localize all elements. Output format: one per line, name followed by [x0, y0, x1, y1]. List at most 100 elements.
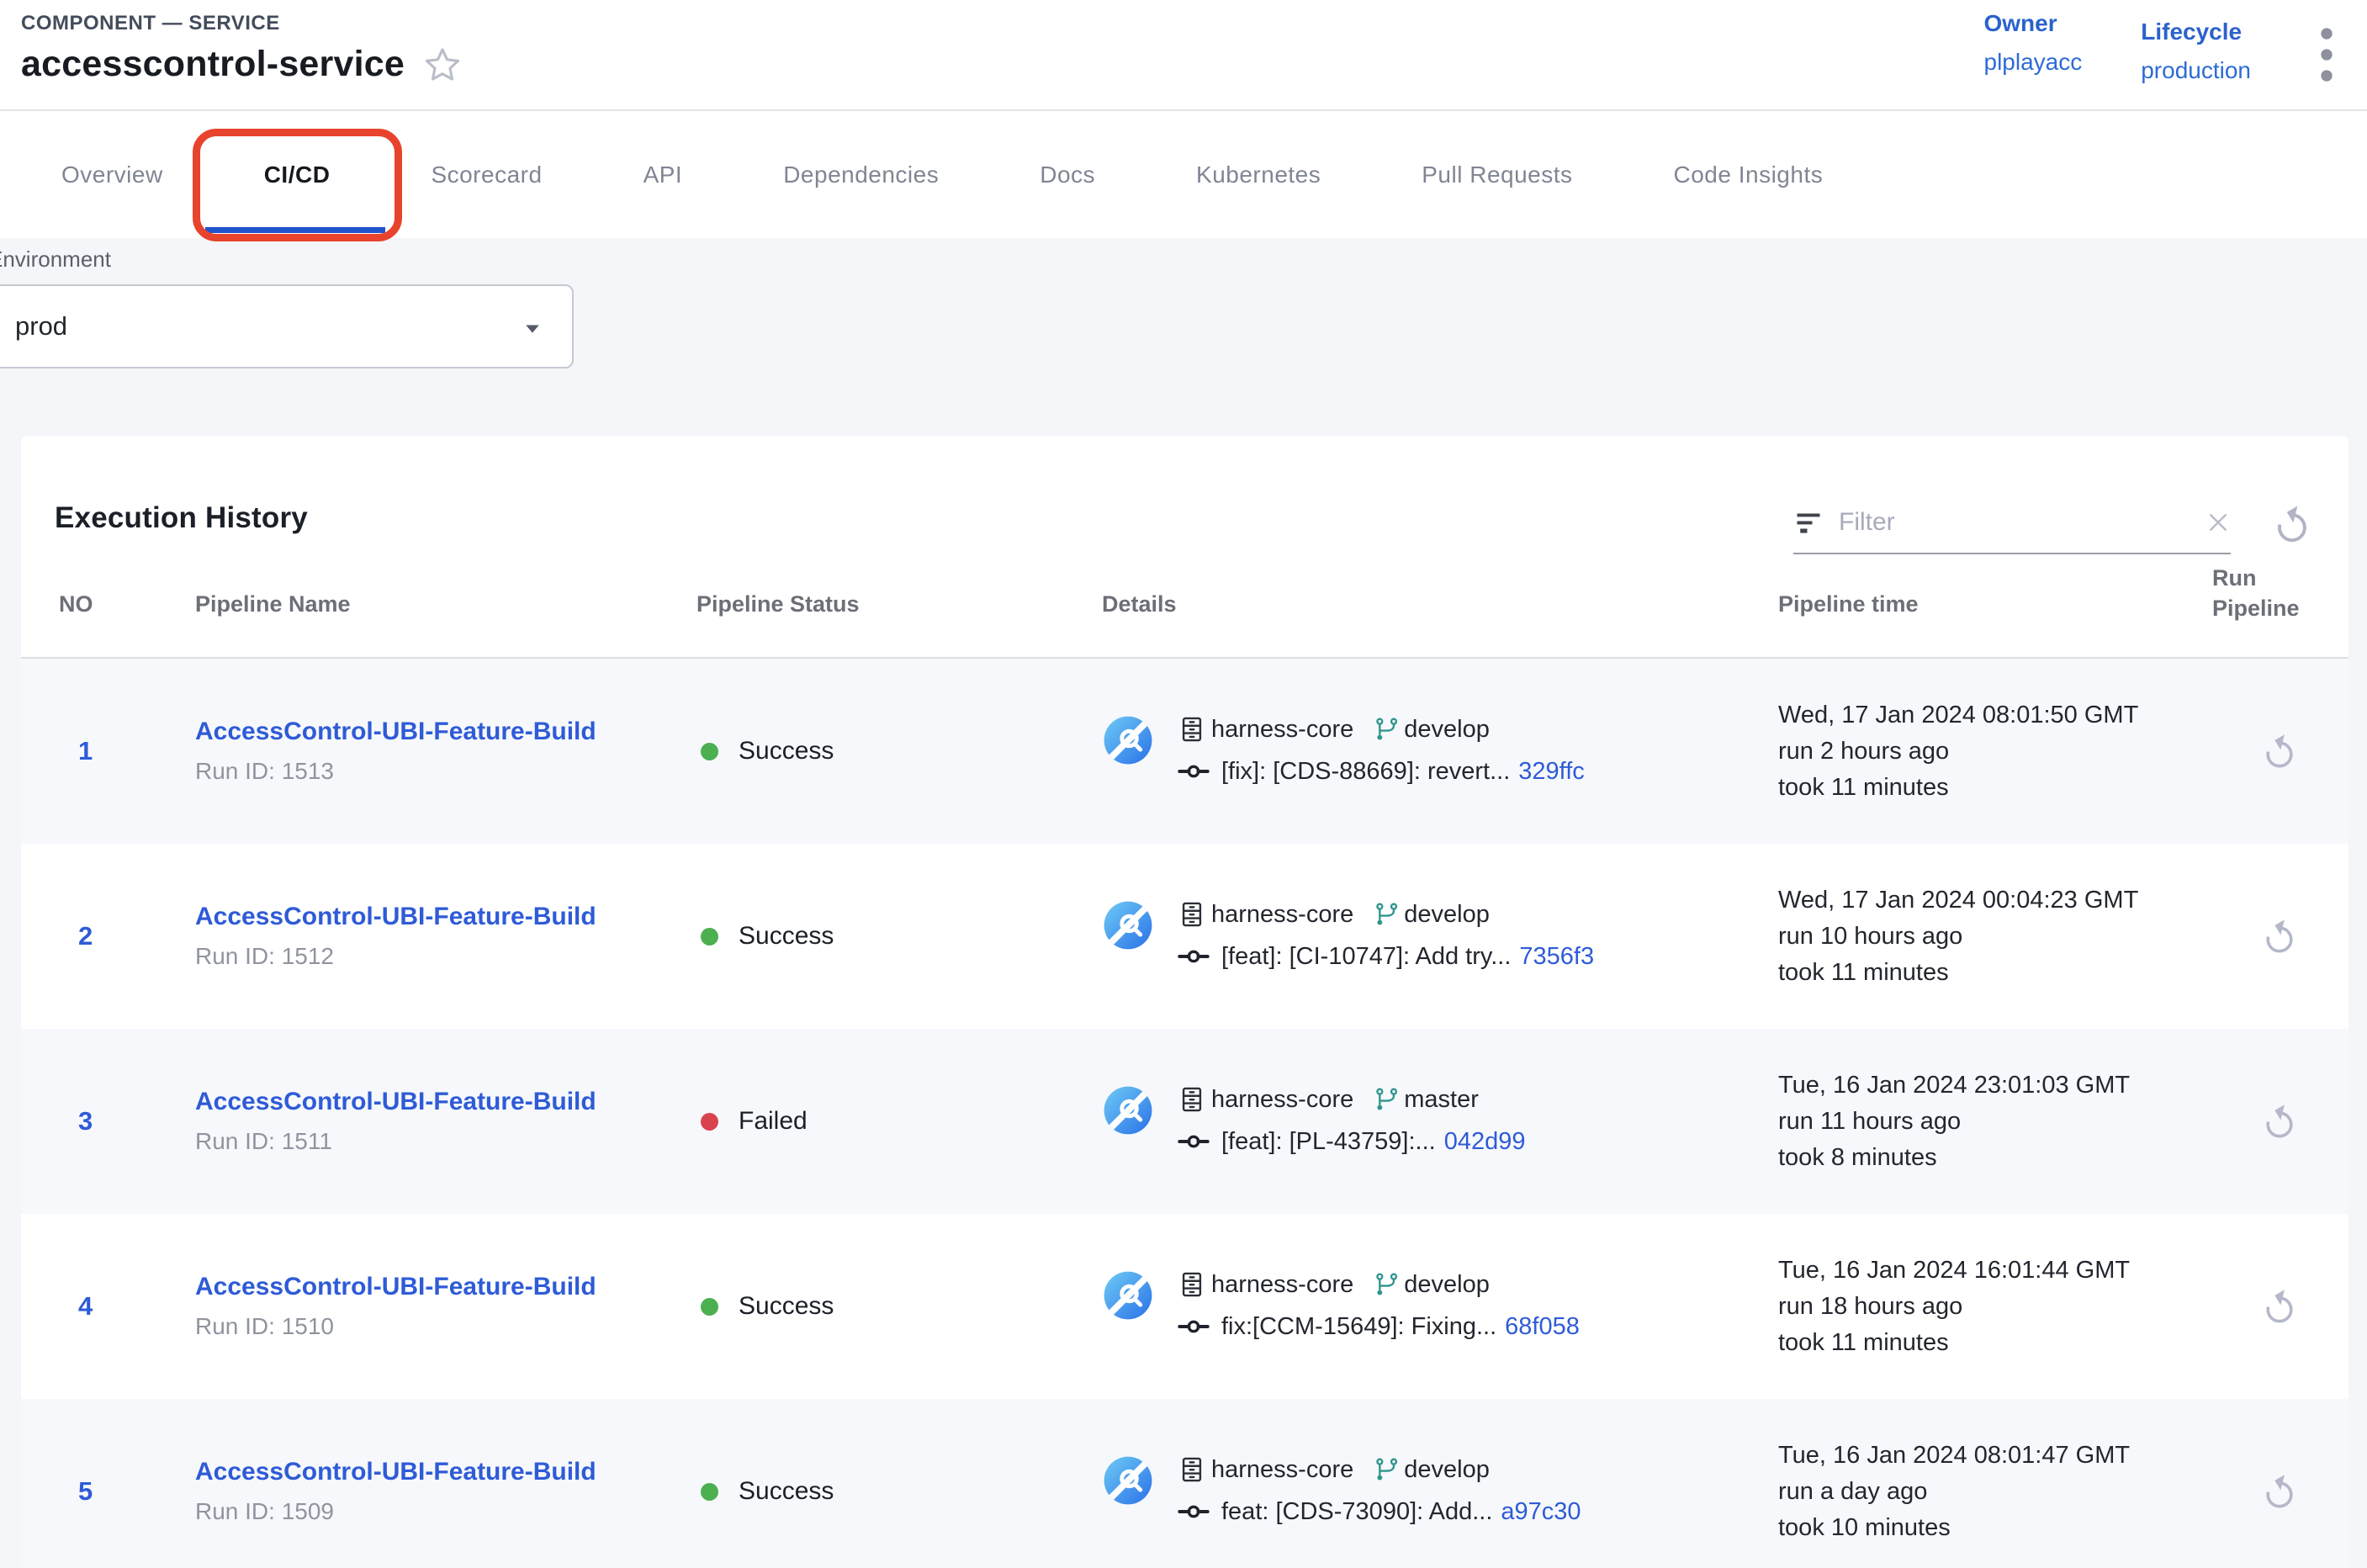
branch-name: master: [1404, 1086, 1479, 1114]
environment-label: Environment: [0, 246, 2367, 273]
status-dot: [701, 1298, 718, 1316]
component-page: COMPONENT — SERVICE accesscontrol-servic…: [0, 0, 2367, 1568]
environment-selected-value: prod: [15, 311, 67, 342]
tab-overview[interactable]: Overview: [61, 111, 163, 238]
run-number-link[interactable]: 2: [21, 921, 174, 951]
tab-label: Scorecard: [431, 162, 542, 188]
run-pipeline-button[interactable]: [2260, 916, 2301, 956]
git-commit-icon: [1178, 1311, 1210, 1343]
repository-name: harness-core: [1211, 1456, 1353, 1484]
pipeline-status: Success: [673, 1292, 1081, 1321]
pipeline-time-ran: run a day ago: [1778, 1474, 2212, 1510]
run-pipeline-button[interactable]: [2260, 1471, 2301, 1512]
tab-ci-cd[interactable]: CI/CD: [264, 111, 331, 238]
pipeline-time-start: Tue, 16 Jan 2024 08:01:47 GMT: [1778, 1438, 2212, 1474]
commit-hash-link[interactable]: 68f058: [1505, 1313, 1580, 1341]
status-label: Success: [739, 1292, 834, 1321]
git-commit-icon: [1178, 1126, 1210, 1157]
run-number-link[interactable]: 5: [21, 1476, 174, 1507]
tab-label: API: [643, 162, 683, 188]
tab-pull-requests[interactable]: Pull Requests: [1422, 111, 1572, 238]
repository-icon: [1178, 1085, 1206, 1114]
git-branch-icon: [1374, 1456, 1401, 1483]
tab-docs[interactable]: Docs: [1040, 111, 1095, 238]
tab-scorecard[interactable]: Scorecard: [431, 111, 542, 238]
run-number-link[interactable]: 1: [21, 736, 174, 766]
run-pipeline-retry-icon: [2260, 916, 2301, 956]
refresh-table-button[interactable]: [2271, 502, 2315, 546]
run-pipeline-button[interactable]: [2260, 1286, 2301, 1327]
active-tab-underline: [205, 227, 386, 233]
run-pipeline-retry-icon: [2260, 1471, 2301, 1512]
git-commit-icon: [1178, 940, 1210, 972]
tab-label: Pull Requests: [1422, 162, 1572, 188]
kebab-menu-icon[interactable]: [2310, 25, 2343, 84]
run-id: Run ID: 1511: [195, 1128, 673, 1155]
tab-api[interactable]: API: [643, 111, 683, 238]
column-header-status: Pipeline Status: [673, 591, 1081, 617]
column-header-details: Details: [1081, 591, 1757, 617]
filter-field: [1793, 507, 2231, 554]
run-pipeline-retry-icon: [2260, 1286, 2301, 1327]
tab-kubernetes[interactable]: Kubernetes: [1196, 111, 1321, 238]
commit-message: feat: [CDS-73090]: Add...: [1221, 1498, 1492, 1526]
repository-icon: [1178, 900, 1206, 929]
commit-message: [feat]: [CI-10747]: Add try...: [1221, 943, 1511, 971]
run-number-link[interactable]: 3: [21, 1106, 174, 1136]
pipeline-time-took: took 11 minutes: [1778, 1325, 2212, 1361]
pipeline-time-took: took 8 minutes: [1778, 1140, 2212, 1176]
tab-label: Docs: [1040, 162, 1095, 188]
pipeline-name-link[interactable]: AccessControl-UBI-Feature-Build: [195, 903, 596, 931]
table-row: 3 AccessControl-UBI-Feature-Build Run ID…: [21, 1029, 2348, 1214]
commit-hash-link[interactable]: 042d99: [1444, 1128, 1526, 1156]
status-dot: [701, 1113, 718, 1131]
git-branch-icon: [1374, 1086, 1401, 1113]
pipeline-name-link[interactable]: AccessControl-UBI-Feature-Build: [195, 1458, 596, 1486]
owner-label: Owner: [1984, 10, 2083, 37]
ci-module-icon: [1102, 899, 1154, 951]
pipeline-time-took: took 11 minutes: [1778, 955, 2212, 991]
pipeline-name-link[interactable]: AccessControl-UBI-Feature-Build: [195, 1088, 596, 1116]
table-body: 1 AccessControl-UBI-Feature-Build Run ID…: [21, 659, 2348, 1568]
pipeline-time-ran: run 10 hours ago: [1778, 919, 2212, 955]
repository-icon: [1178, 1455, 1206, 1484]
run-pipeline-retry-icon: [2260, 731, 2301, 771]
commit-hash-link[interactable]: a97c30: [1501, 1498, 1581, 1526]
branch-name: develop: [1404, 1456, 1490, 1484]
git-commit-icon: [1178, 755, 1210, 787]
run-pipeline-button[interactable]: [2260, 1101, 2301, 1142]
clear-filter-icon[interactable]: [2205, 510, 2231, 535]
column-header-time: Pipeline time: [1757, 591, 2212, 617]
pipeline-name-link[interactable]: AccessControl-UBI-Feature-Build: [195, 1273, 596, 1301]
repository-icon: [1178, 715, 1206, 744]
commit-message: [fix]: [CDS-88669]: revert...: [1221, 758, 1510, 786]
pipeline-time-start: Tue, 16 Jan 2024 23:01:03 GMT: [1778, 1067, 2212, 1104]
refresh-icon: [2271, 502, 2315, 546]
table-row: 4 AccessControl-UBI-Feature-Build Run ID…: [21, 1214, 2348, 1399]
pipeline-time-start: Wed, 17 Jan 2024 08:01:50 GMT: [1778, 697, 2212, 734]
git-commit-icon: [1178, 1496, 1210, 1528]
filter-input[interactable]: [1839, 508, 2205, 537]
pipeline-time: Tue, 16 Jan 2024 08:01:47 GMT run a day …: [1757, 1438, 2212, 1546]
favorite-star-icon[interactable]: [423, 45, 462, 84]
branch-name: develop: [1404, 716, 1490, 744]
run-pipeline-button[interactable]: [2260, 731, 2301, 771]
status-label: Success: [739, 737, 834, 765]
owner-link[interactable]: plplayacc: [1984, 49, 2083, 76]
execution-history-card: Execution History NO Pipeline Name Pipel…: [21, 436, 2348, 1568]
commit-hash-link[interactable]: 329ffc: [1518, 758, 1584, 786]
tab-dependencies[interactable]: Dependencies: [783, 111, 939, 238]
status-label: Success: [739, 922, 834, 951]
pipeline-time: Tue, 16 Jan 2024 23:01:03 GMT run 11 hou…: [1757, 1067, 2212, 1176]
commit-hash-link[interactable]: 7356f3: [1519, 943, 1594, 971]
pipeline-status: Success: [673, 922, 1081, 951]
pipeline-time-start: Tue, 16 Jan 2024 16:01:44 GMT: [1778, 1253, 2212, 1289]
run-number-link[interactable]: 4: [21, 1291, 174, 1322]
status-label: Failed: [739, 1107, 808, 1136]
pipeline-time: Wed, 17 Jan 2024 00:04:23 GMT run 10 hou…: [1757, 882, 2212, 991]
pipeline-name-link[interactable]: AccessControl-UBI-Feature-Build: [195, 718, 596, 746]
environment-select[interactable]: prod: [0, 284, 574, 368]
pipeline-status: Success: [673, 737, 1081, 765]
tab-code-insights[interactable]: Code Insights: [1674, 111, 1824, 238]
table-header: NO Pipeline Name Pipeline Status Details…: [21, 591, 2348, 659]
